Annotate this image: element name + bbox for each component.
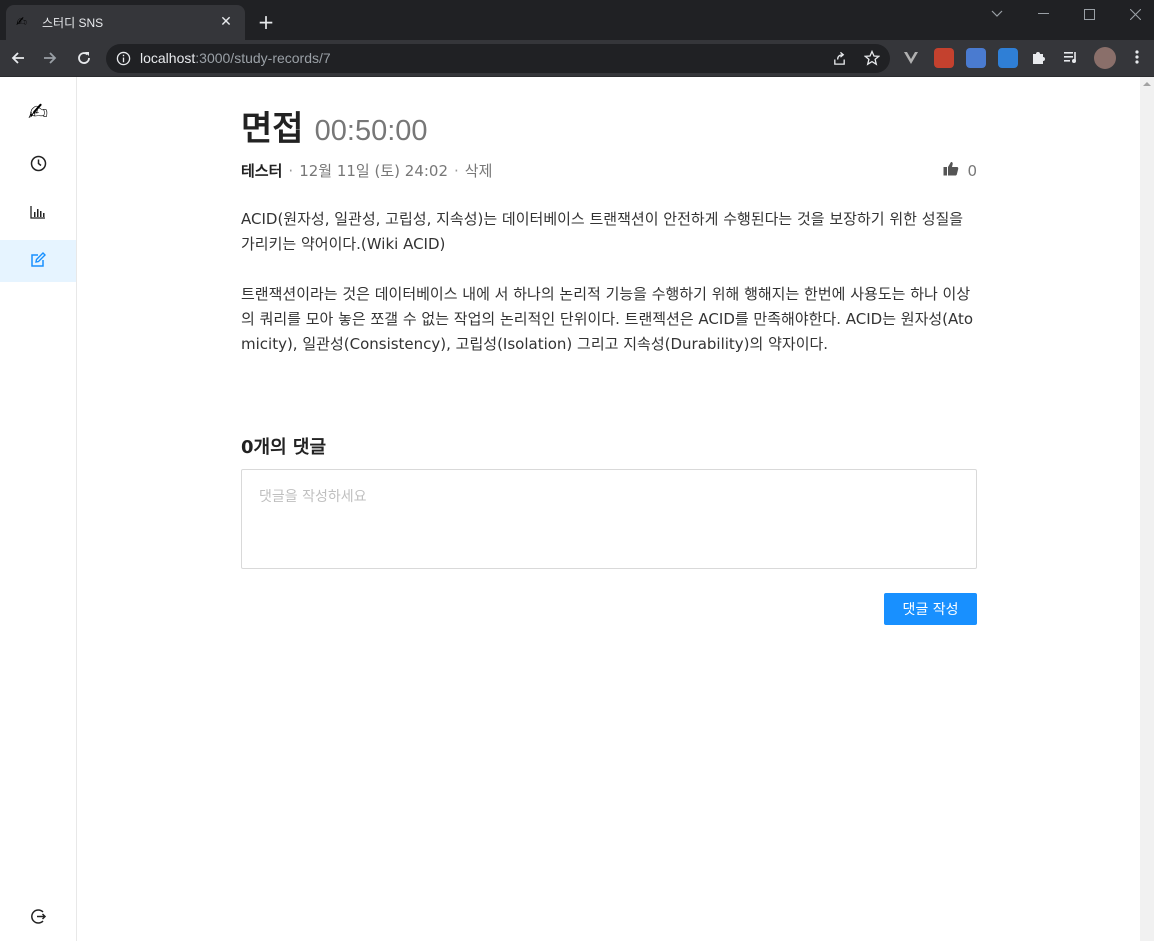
tab-favicon-icon: ✍ xyxy=(16,15,27,30)
browser-toolbar: localhost:3000/study-records/7 xyxy=(0,40,1154,77)
reload-icon[interactable] xyxy=(70,44,98,72)
thumbs-up-icon xyxy=(943,161,959,181)
media-control-icon[interactable] xyxy=(1062,48,1082,68)
author-name[interactable]: 테스터 xyxy=(241,162,282,180)
share-icon[interactable] xyxy=(832,51,847,70)
screen-capture-icon[interactable] xyxy=(998,48,1018,68)
bar-chart-icon xyxy=(30,204,46,223)
forward-icon[interactable] xyxy=(36,44,64,72)
new-tab-button[interactable]: + xyxy=(256,12,276,32)
menu-icon[interactable] xyxy=(1129,48,1149,68)
logout-icon xyxy=(30,908,47,929)
delete-link[interactable]: 삭제 xyxy=(465,162,493,180)
study-records-nav-item[interactable] xyxy=(0,240,76,282)
profile-avatar[interactable] xyxy=(1094,47,1116,69)
submit-comment-button[interactable]: 댓글 작성 xyxy=(884,593,977,625)
statistics-nav-item[interactable] xyxy=(0,192,76,234)
tab-title: 스터디 SNS xyxy=(42,16,104,30)
url-path: :3000/study-records/7 xyxy=(195,50,331,66)
separator-dot: · xyxy=(454,162,459,180)
page-scrollbar[interactable] xyxy=(1140,77,1154,941)
browser-titlebar: ✍ 스터디 SNS ✕ + xyxy=(0,0,1154,40)
minimize-icon[interactable] xyxy=(1020,0,1066,28)
title-row: 면접 00:50:00 xyxy=(241,101,428,150)
body-paragraph: ACID(원자성, 일관성, 고립성, 지속성)는 데이터베이스 트랜잭션이 안… xyxy=(241,210,964,253)
translate-icon[interactable] xyxy=(966,48,986,68)
browser-tab[interactable]: ✍ 스터디 SNS ✕ xyxy=(6,5,245,40)
star-icon[interactable] xyxy=(863,49,881,70)
comment-input[interactable] xyxy=(241,469,977,569)
logout-button[interactable] xyxy=(0,897,76,939)
close-tab-icon[interactable]: ✕ xyxy=(217,13,235,31)
vue-devtools-icon[interactable] xyxy=(901,48,921,68)
extensions-icon[interactable] xyxy=(1030,48,1050,68)
sidebar: ✍ xyxy=(0,77,77,941)
record-meta: 테스터 · 12월 11일 (토) 24:02 · 삭제 0 xyxy=(241,161,977,181)
back-icon[interactable] xyxy=(4,44,32,72)
close-window-icon[interactable] xyxy=(1112,0,1154,28)
maximize-icon[interactable] xyxy=(1066,0,1112,28)
timer-nav-item[interactable] xyxy=(0,144,76,186)
address-bar[interactable]: localhost:3000/study-records/7 xyxy=(106,44,890,73)
record-date: 12월 11일 (토) 24:02 xyxy=(299,162,448,180)
edit-icon xyxy=(30,251,47,272)
clock-icon xyxy=(30,155,47,176)
study-duration: 00:50:00 xyxy=(314,115,428,147)
app-logo-icon[interactable]: ✍ xyxy=(0,91,76,133)
comments-count-heading: 0개의 댓글 xyxy=(241,437,327,458)
record-title: 면접 xyxy=(241,109,304,149)
url-text: localhost:3000/study-records/7 xyxy=(140,50,331,67)
tab-search-icon[interactable] xyxy=(974,0,1020,28)
separator-dot: · xyxy=(288,162,294,180)
extension-app-icon[interactable] xyxy=(934,48,954,68)
url-host: localhost xyxy=(140,50,196,66)
like-button[interactable]: 0 xyxy=(943,161,977,181)
body-paragraph: 트랜잭션이라는 것은 데이터베이스 내에 서 하나의 논리적 기능을 수행하기 … xyxy=(241,285,974,353)
record-body: ACID(원자성, 일관성, 고립성, 지속성)는 데이터베이스 트랜잭션이 안… xyxy=(241,207,977,382)
like-count: 0 xyxy=(967,162,977,180)
info-icon[interactable] xyxy=(116,51,131,70)
